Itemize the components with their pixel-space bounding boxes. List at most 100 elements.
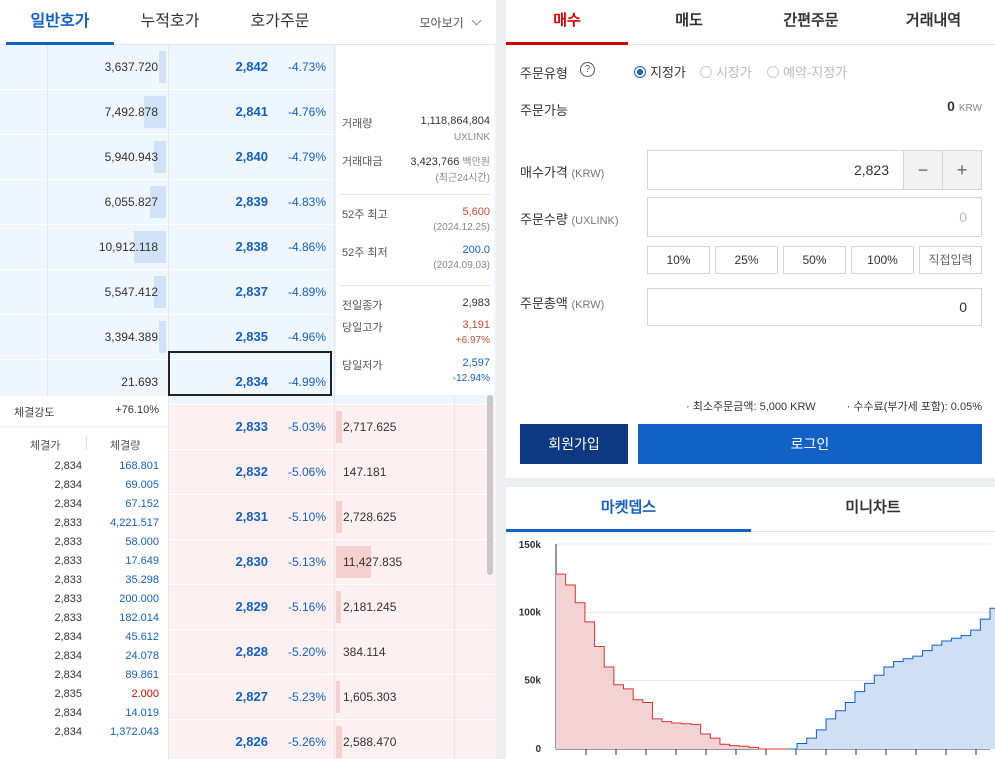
bid-price[interactable]: 2,833 xyxy=(170,405,268,449)
scrollbar[interactable] xyxy=(487,395,493,575)
bid-change-pct: -5.10% xyxy=(287,510,326,524)
trade-row: 2,833 58.000 xyxy=(0,536,168,555)
ask-price[interactable]: 2,840 xyxy=(170,135,268,179)
bid-volume-bar xyxy=(336,591,341,623)
bid-price[interactable]: 2,829 xyxy=(170,585,268,629)
pct-10-button[interactable]: 10% xyxy=(647,246,710,274)
ask-price[interactable]: 2,839 xyxy=(170,180,268,224)
tab-general[interactable]: 일반호가 xyxy=(6,0,114,45)
ask-price[interactable]: 2,842 xyxy=(170,45,268,89)
amount-unit: 백만원 xyxy=(462,157,490,168)
trade-row: 2,834 24.078 xyxy=(0,650,168,669)
radio-limit[interactable]: 지정가 xyxy=(634,62,686,81)
ask-change-pct: -4.76% xyxy=(287,105,326,119)
radio-reserve-label: 예약-지정가 xyxy=(783,65,848,80)
bid-price[interactable]: 2,830 xyxy=(170,540,268,584)
trade-history: 체결강도 +76.10% 체결가 체결량 2,834 168.801 2,834… xyxy=(0,396,168,759)
tab-cumulative[interactable]: 누적호가 xyxy=(116,0,224,45)
ask-volume-text: 3,637.720 xyxy=(104,60,158,74)
bid-price[interactable]: 2,832 xyxy=(170,450,268,494)
trade-price: 2,833 xyxy=(54,612,82,624)
day-low-label: 당일저가 xyxy=(342,360,383,372)
trade-volume: 17.649 xyxy=(125,555,159,567)
ask-price[interactable]: 2,838 xyxy=(170,225,268,269)
volume-label: 거래량 xyxy=(342,118,373,130)
trade-price: 2,833 xyxy=(54,536,82,548)
min-order-note: · 최소주문금액: 5,000 KRW xyxy=(686,401,816,413)
total-input[interactable]: 0 xyxy=(647,288,982,326)
high52-date: (2024.12.25) xyxy=(433,222,490,233)
bid-price[interactable]: 2,826 xyxy=(170,720,268,759)
total-label-text: 주문총액 xyxy=(520,296,568,311)
bid-price[interactable]: 2,831 xyxy=(170,495,268,539)
bid-change-pct: -5.26% xyxy=(287,735,326,749)
tab-buy[interactable]: 매수 xyxy=(506,0,628,45)
trade-price: 2,834 xyxy=(54,631,82,643)
trade-price: 2,833 xyxy=(54,574,82,586)
price-plus-button[interactable]: + xyxy=(942,151,981,189)
ask-volume-text: 21.693 xyxy=(121,375,158,389)
high52-value: 5,600 xyxy=(462,206,490,218)
order-tabs: 매수 매도 간편주문 거래내역 xyxy=(506,0,995,45)
trade-volume: 35.298 xyxy=(125,574,159,586)
login-button[interactable]: 로그인 xyxy=(638,424,982,464)
min-order-text: 최소주문금액: 5,000 KRW xyxy=(692,401,816,413)
tab-simple-order[interactable]: 간편주문 xyxy=(750,0,872,45)
bid-volume-bar xyxy=(336,501,342,533)
depth-tabs: 마켓뎁스 미니차트 xyxy=(506,487,995,532)
bid-volume: 384.114 xyxy=(336,630,454,674)
bid-price[interactable]: 2,828 xyxy=(170,630,268,674)
radio-icon xyxy=(767,66,779,78)
trade-volume: 1,372.043 xyxy=(110,726,159,738)
trade-volume: 89.861 xyxy=(125,669,159,681)
tab-mini-chart[interactable]: 미니차트 xyxy=(751,487,995,532)
trade-row: 2,834 168.801 xyxy=(0,460,168,479)
ask-change-pct: -4.83% xyxy=(287,195,326,209)
divider xyxy=(47,45,48,396)
tab-sell[interactable]: 매도 xyxy=(628,0,750,45)
bid-volume-bar xyxy=(336,726,342,758)
bid-price[interactable]: 2,827 xyxy=(170,675,268,719)
ask-volume: 7,492.878 xyxy=(48,90,168,134)
pct-100-button[interactable]: 100% xyxy=(851,246,914,274)
prev-close-value: 2,983 xyxy=(462,297,490,309)
trade-price: 2,834 xyxy=(54,650,82,662)
radio-reserve[interactable]: 예약-지정가 xyxy=(767,62,847,81)
direct-input-button[interactable]: 직접입력 xyxy=(919,246,982,274)
pct-25-button[interactable]: 25% xyxy=(715,246,778,274)
amount-value: 3,423,766 xyxy=(410,156,460,168)
join-button[interactable]: 회원가입 xyxy=(520,424,628,464)
available-amount: 0 KRW xyxy=(947,98,982,114)
qty-input[interactable]: 0 xyxy=(647,197,982,237)
prev-close-label: 전일종가 xyxy=(342,300,383,312)
volume-value: 1,118,864,804 xyxy=(420,115,490,127)
trade-row: 2,834 69.005 xyxy=(0,479,168,498)
tab-history[interactable]: 거래내역 xyxy=(872,0,995,45)
trade-price: 2,834 xyxy=(54,669,82,681)
divider xyxy=(340,285,490,286)
bid-volume-text: 147.181 xyxy=(343,465,387,479)
divider xyxy=(334,45,335,759)
trade-price: 2,835 xyxy=(54,688,82,700)
tab-market-depth[interactable]: 마켓뎁스 xyxy=(506,487,751,532)
bid-change-pct: -5.06% xyxy=(287,465,326,479)
ask-change-pct: -4.79% xyxy=(287,150,326,164)
divider xyxy=(340,194,490,195)
low52-date: (2024.09.03) xyxy=(433,260,490,271)
buy-price-input[interactable]: 2,823 − + xyxy=(647,150,982,190)
pct-50-button[interactable]: 50% xyxy=(783,246,846,274)
ask-change-pct: -4.86% xyxy=(287,240,326,254)
help-icon[interactable]: ? xyxy=(580,62,595,77)
day-low-value: 2,597 xyxy=(462,357,490,369)
tab-order[interactable]: 호가주문 xyxy=(226,0,334,45)
trade-volume: 2.000 xyxy=(131,688,159,700)
view-all-button[interactable]: 모아보기 xyxy=(419,0,482,46)
radio-market[interactable]: 시장가 xyxy=(700,62,752,81)
qty-label: 주문수량 (UXLINK) xyxy=(520,209,619,228)
strength-value: +76.10% xyxy=(115,404,159,416)
ask-price[interactable]: 2,841 xyxy=(170,90,268,134)
current-price-box xyxy=(168,351,332,396)
ask-price[interactable]: 2,837 xyxy=(170,270,268,314)
price-minus-button[interactable]: − xyxy=(903,151,942,189)
strength-label: 체결강도 xyxy=(14,407,55,419)
